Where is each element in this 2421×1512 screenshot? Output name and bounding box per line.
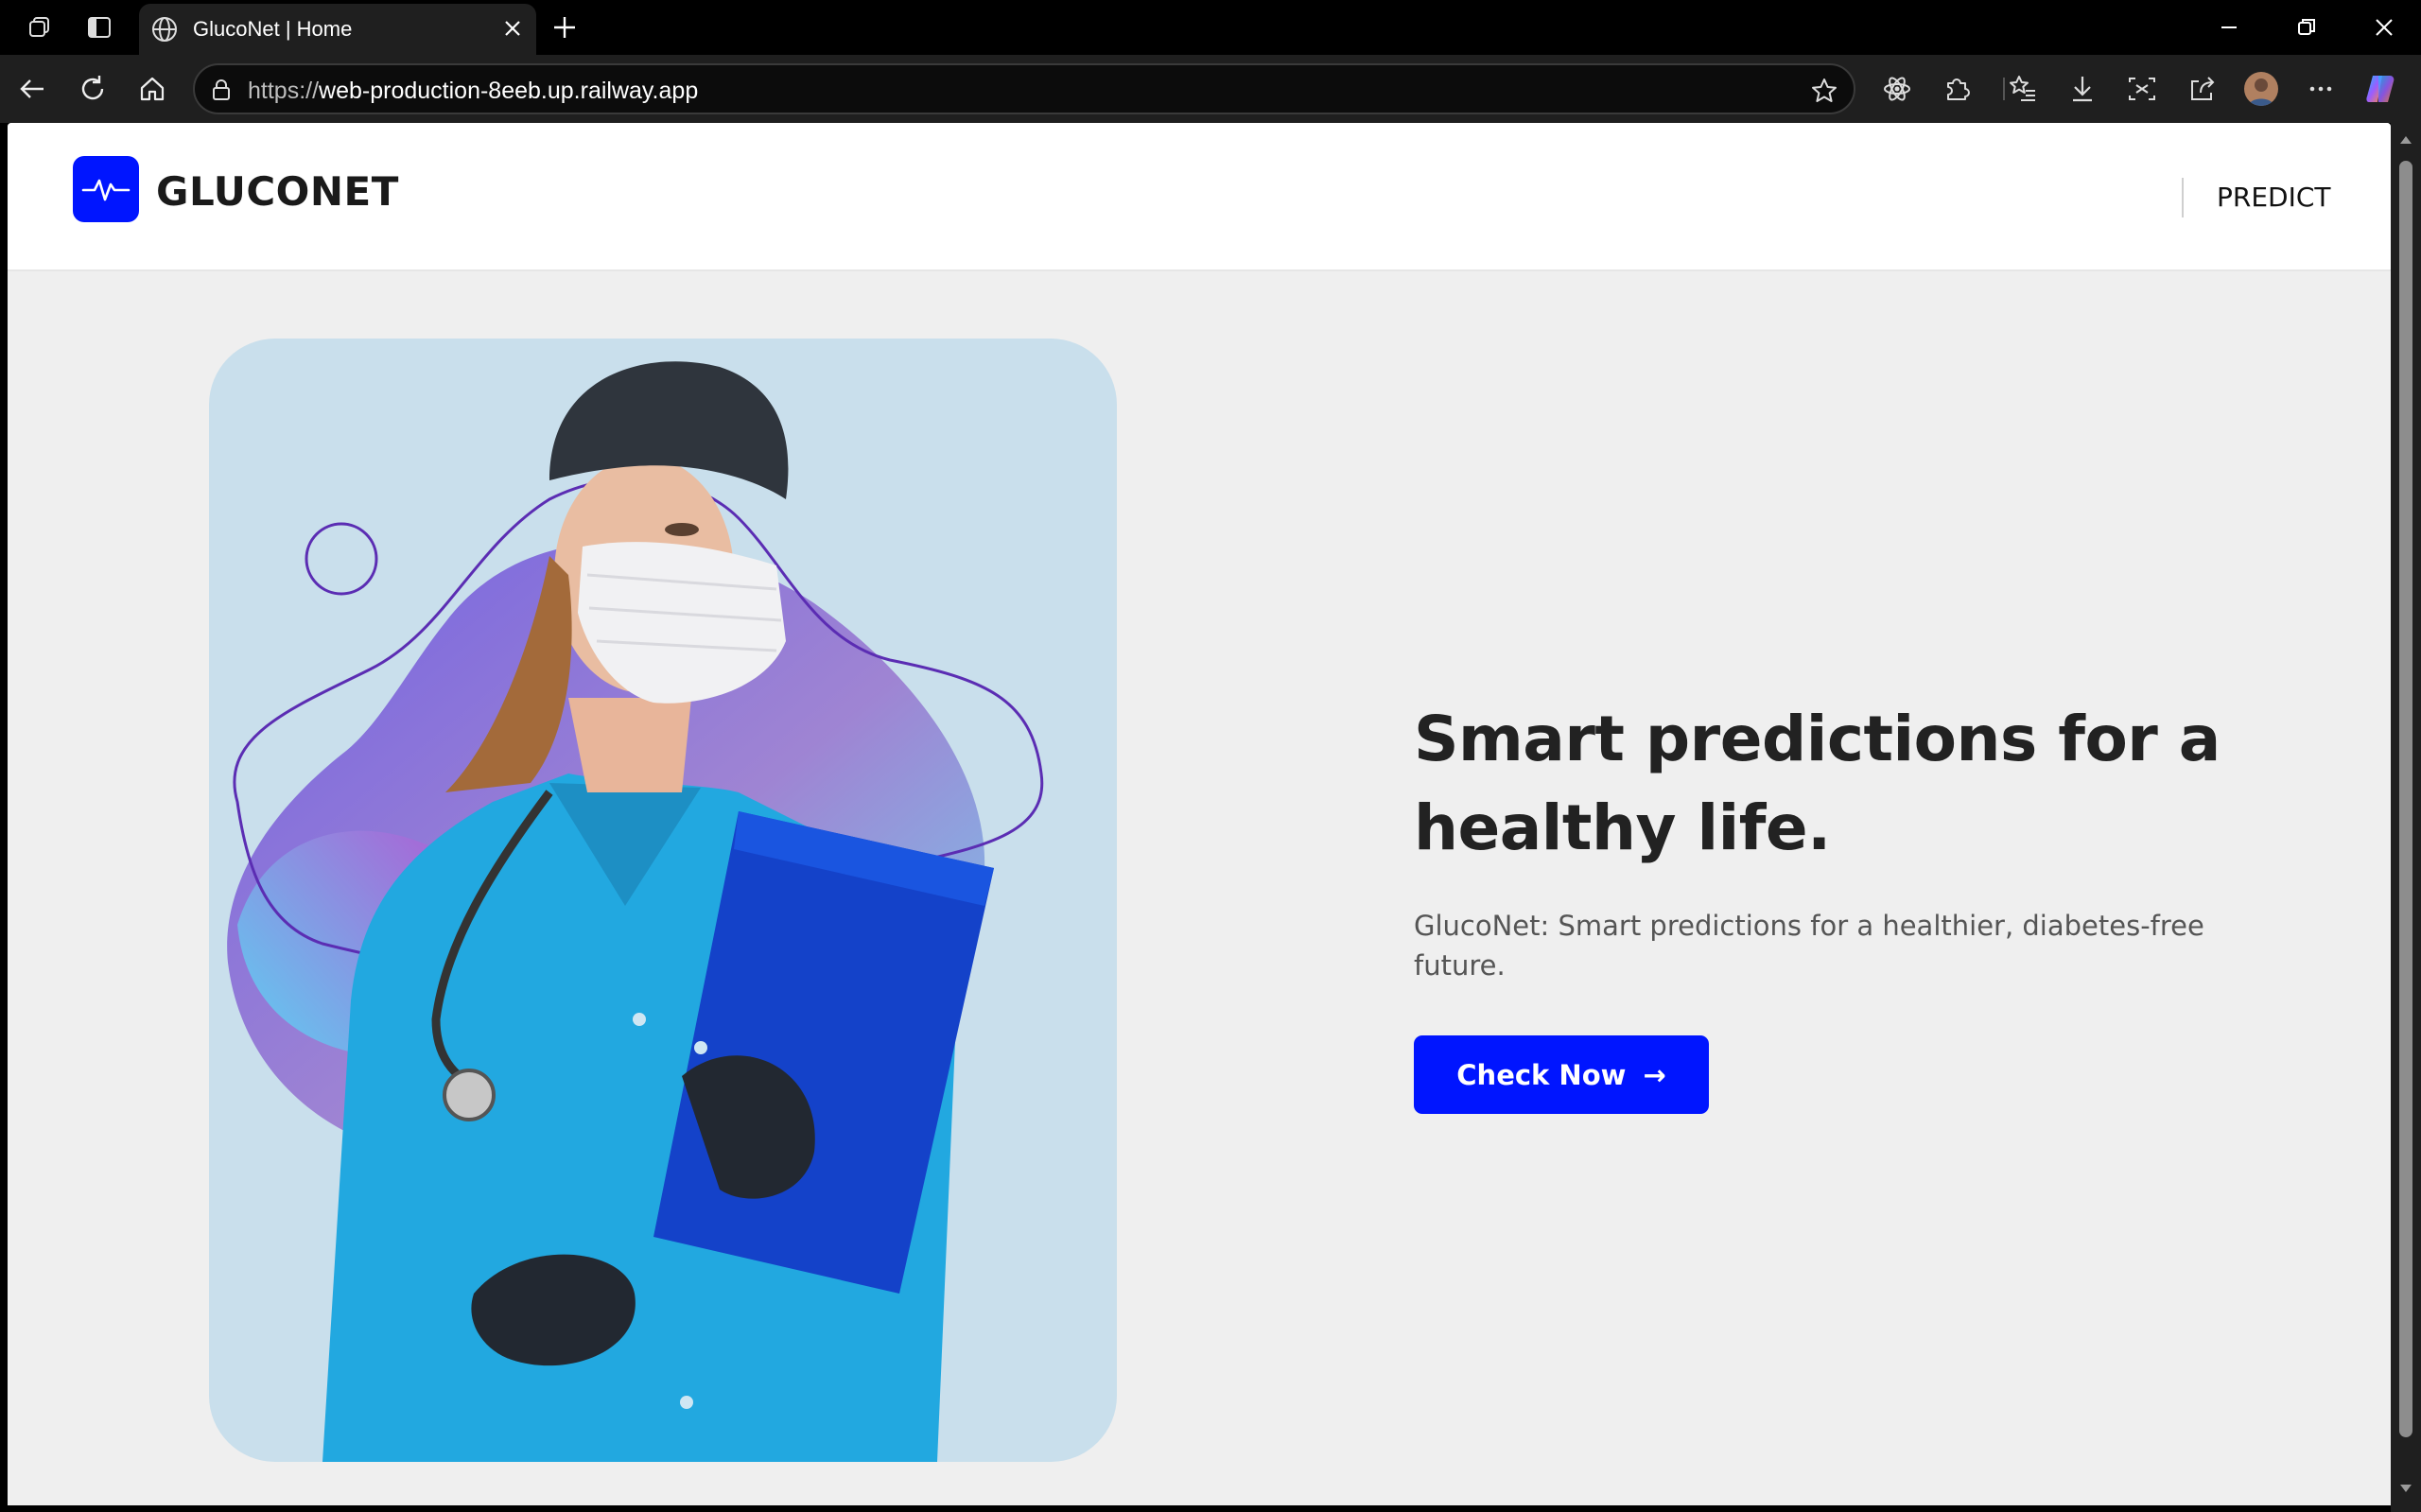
brand-name[interactable]: GLUCONET <box>156 168 399 215</box>
browser-tab-bar: GlucoNet | Home <box>0 0 2421 55</box>
workspaces-icon[interactable] <box>25 12 55 43</box>
tab-title: GlucoNet | Home <box>193 17 353 41</box>
refresh-icon[interactable] <box>76 72 110 106</box>
favorite-star-icon[interactable] <box>1810 77 1838 105</box>
new-tab-icon[interactable] <box>549 12 580 43</box>
url-protocol: https:// <box>248 78 320 104</box>
screenshot-icon[interactable] <box>2125 72 2159 106</box>
share-icon[interactable] <box>2186 72 2220 106</box>
copilot-icon[interactable] <box>2363 72 2397 106</box>
nav-divider <box>2182 178 2184 217</box>
downloads-icon[interactable] <box>2065 72 2099 106</box>
restore-icon[interactable] <box>2292 13 2321 42</box>
back-icon[interactable] <box>15 72 49 106</box>
favorites-icon[interactable] <box>2006 72 2040 106</box>
page-scrollbar[interactable] <box>2391 123 2421 1512</box>
close-tab-icon[interactable] <box>498 14 527 43</box>
vertical-tabs-icon[interactable] <box>84 12 114 43</box>
doctor-illustration <box>227 361 1044 1462</box>
address-bar[interactable]: https://web-production-8eeb.up.railway.a… <box>193 63 1855 114</box>
url-host: web-production-8eeb.up.railway.app <box>319 78 699 104</box>
home-icon[interactable] <box>135 72 169 106</box>
browser-toolbar: https://web-production-8eeb.up.railway.a… <box>0 55 2421 123</box>
check-now-label: Check Now <box>1456 1058 1627 1091</box>
globe-icon <box>152 17 177 42</box>
extensions-icon[interactable] <box>1940 72 1974 106</box>
scroll-up-icon[interactable] <box>2398 132 2413 148</box>
site-info-icon[interactable] <box>208 77 235 103</box>
hero-image <box>209 339 1117 1462</box>
minimize-icon[interactable] <box>2215 13 2243 42</box>
active-tab[interactable]: GlucoNet | Home <box>139 4 536 55</box>
heartbeat-icon <box>81 179 131 201</box>
scroll-thumb[interactable] <box>2399 161 2412 1437</box>
nav-predict-link[interactable]: PREDICT <box>2217 182 2331 213</box>
logo-badge[interactable] <box>73 156 139 222</box>
more-options-icon[interactable] <box>2304 72 2338 106</box>
react-devtools-icon[interactable] <box>1880 72 1914 106</box>
page-viewport: GLUCONET PREDICT Smart predictions for a… <box>8 123 2391 1505</box>
hero-subtitle: GlucoNet: Smart predictions for a health… <box>1414 910 2204 982</box>
scroll-down-icon[interactable] <box>2398 1481 2413 1496</box>
hero-title: Smart predictions for a healthy life. <box>1414 703 2221 864</box>
arrow-right-icon: → <box>1643 1058 1666 1091</box>
url-text[interactable]: https://web-production-8eeb.up.railway.a… <box>248 78 698 105</box>
close-window-icon[interactable] <box>2370 13 2398 42</box>
profile-avatar[interactable] <box>2244 72 2278 106</box>
check-now-button[interactable]: Check Now → <box>1414 1035 1709 1114</box>
site-header: GLUCONET PREDICT <box>8 123 2391 271</box>
